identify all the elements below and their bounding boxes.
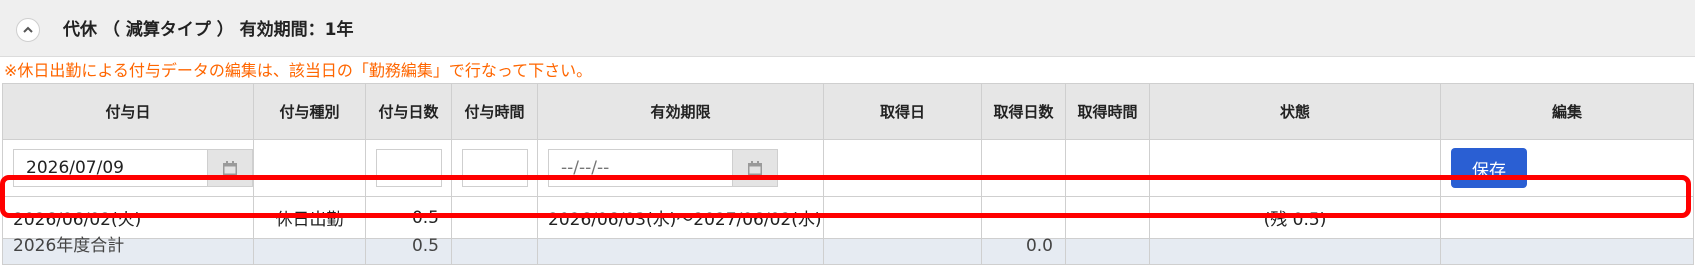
panel-title: 代休 （ 減算タイプ ） 有効期間：1年 bbox=[63, 20, 354, 40]
total-label: 2026年度合計 bbox=[2, 238, 254, 265]
col-taken-days: 取得日数 bbox=[981, 83, 1066, 140]
chevron-up-icon bbox=[23, 26, 33, 33]
cell-taken-days bbox=[981, 196, 1066, 239]
total-row: 2026年度合計 0.5 0.0 bbox=[2, 238, 1694, 265]
calendar-icon bbox=[223, 160, 237, 175]
col-taken-time: 取得時間 bbox=[1065, 83, 1150, 140]
grant-date-picker bbox=[13, 149, 253, 187]
cell-grant-date: 2026/06/02(火) bbox=[2, 196, 254, 239]
edit-notice: ※休日出勤による付与データの編集は、該当日の「勤務編集」で行なって下さい。 bbox=[4, 61, 593, 80]
col-status: 状態 bbox=[1149, 83, 1441, 140]
total-taken-days: 0.0 bbox=[981, 238, 1066, 265]
col-expiry: 有効期限 bbox=[537, 83, 824, 140]
cell-grant-type: 休日出勤 bbox=[253, 196, 366, 239]
leave-grant-table: 付与日 付与種別 付与日数 付与時間 有効期限 取得日 取得日数 取得時間 状態… bbox=[2, 83, 1694, 265]
col-edit: 編集 bbox=[1440, 83, 1694, 140]
col-grant-date: 付与日 bbox=[2, 83, 254, 140]
cell-taken-time bbox=[1065, 196, 1150, 239]
grant-date-input[interactable] bbox=[14, 150, 207, 186]
grant-time-input[interactable] bbox=[461, 149, 528, 187]
panel-header: 代休 （ 減算タイプ ） 有効期間：1年 bbox=[0, 0, 1695, 57]
col-taken-date: 取得日 bbox=[823, 83, 982, 140]
grant-days-input[interactable] bbox=[375, 149, 442, 187]
grant-date-calendar-button[interactable] bbox=[207, 150, 252, 186]
collapse-toggle[interactable] bbox=[16, 18, 40, 42]
expiry-date-calendar-button[interactable] bbox=[732, 150, 777, 186]
entry-row: 保存 bbox=[2, 139, 1694, 197]
calendar-icon bbox=[748, 160, 762, 175]
cell-taken-date bbox=[823, 196, 982, 239]
cell-expiry: 2026/06/03(水)～2027/06/02(水) bbox=[537, 196, 824, 239]
cell-edit bbox=[1440, 196, 1694, 239]
expiry-date-picker bbox=[548, 149, 778, 187]
table-row: 2026/06/02(火) 休日出勤 0.5 2026/06/03(水)～202… bbox=[2, 196, 1694, 239]
total-grant-days: 0.5 bbox=[365, 238, 452, 265]
cell-status: (残 0.5) bbox=[1149, 196, 1441, 239]
header-row: 付与日 付与種別 付与日数 付与時間 有効期限 取得日 取得日数 取得時間 状態… bbox=[2, 83, 1694, 140]
col-grant-time: 付与時間 bbox=[451, 83, 538, 140]
col-grant-days: 付与日数 bbox=[365, 83, 452, 140]
col-grant-type: 付与種別 bbox=[253, 83, 366, 140]
save-button[interactable]: 保存 bbox=[1451, 148, 1527, 188]
expiry-date-input[interactable] bbox=[549, 150, 732, 186]
cell-grant-time bbox=[451, 196, 538, 239]
cell-grant-days: 0.5 bbox=[365, 196, 452, 239]
